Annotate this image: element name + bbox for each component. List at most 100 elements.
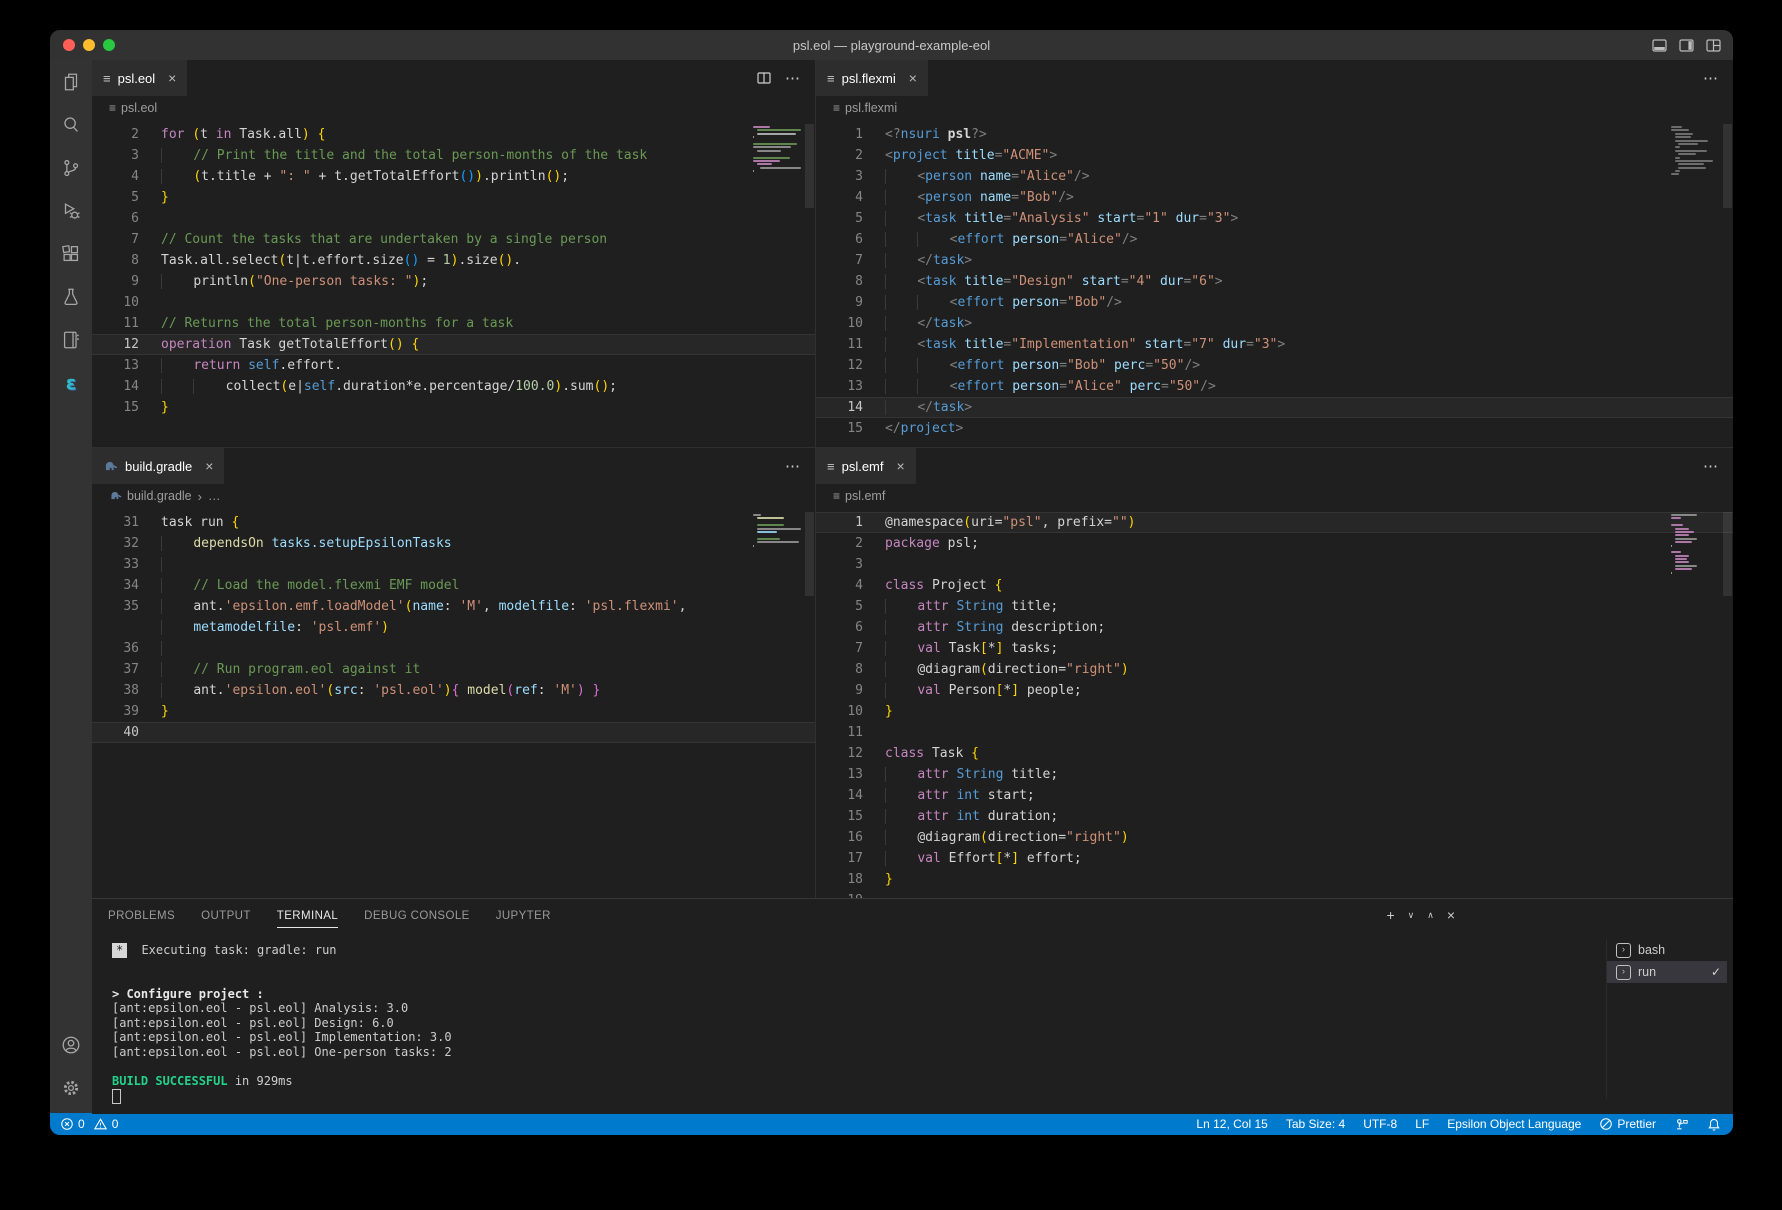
- language-mode[interactable]: Epsilon Object Language: [1438, 1117, 1590, 1131]
- scrollbar-thumb[interactable]: [1723, 512, 1732, 596]
- close-panel-icon[interactable]: ×: [1447, 908, 1455, 922]
- close-icon[interactable]: ×: [168, 70, 176, 86]
- indentation[interactable]: Tab Size: 4: [1277, 1117, 1354, 1131]
- tab-build-gradle[interactable]: build.gradle ×: [92, 448, 224, 484]
- formatter-status[interactable]: Prettier: [1590, 1117, 1665, 1131]
- split-editor-icon[interactable]: [757, 72, 771, 84]
- code-editor-psl-emf[interactable]: 1@namespace(uri="psl", prefix="")2packag…: [816, 508, 1733, 898]
- code-line: 37 // Run program.eol against it: [92, 659, 815, 680]
- close-icon[interactable]: ×: [205, 458, 213, 474]
- epsilon-icon[interactable]: ε: [50, 361, 92, 404]
- problems-status[interactable]: 0 0: [60, 1117, 120, 1131]
- minimize-window-button[interactable]: [83, 39, 95, 51]
- tab-psl-eol[interactable]: ≡ psl.eol ×: [92, 60, 187, 96]
- file-icon: ≡: [827, 71, 835, 86]
- code-editor-build-gradle[interactable]: 31task run {32 dependsOn tasks.setupEpsi…: [92, 508, 815, 898]
- breadcrumb[interactable]: ≡ psl.flexmi: [816, 96, 1733, 120]
- scrollbar-thumb[interactable]: [1723, 124, 1732, 208]
- warnings-icon: [93, 1117, 108, 1131]
- minimap[interactable]: [1671, 514, 1719, 578]
- code-editor-psl-flexmi[interactable]: 1<?nsuri psl?>2<project title="ACME">3 <…: [816, 120, 1733, 447]
- code-line: 31task run {: [92, 512, 815, 533]
- more-actions-icon[interactable]: ⋯: [1703, 69, 1719, 87]
- settings-gear-icon[interactable]: [50, 1066, 92, 1109]
- close-icon[interactable]: ×: [909, 70, 917, 86]
- file-icon: ≡: [109, 101, 116, 115]
- terminal-dropdown-icon[interactable]: ∨: [1408, 911, 1415, 920]
- feedback-icon[interactable]: [1665, 1117, 1698, 1131]
- minimap[interactable]: [753, 126, 801, 173]
- new-terminal-icon[interactable]: +: [1386, 908, 1394, 922]
- search-icon[interactable]: [50, 103, 92, 146]
- maximize-panel-icon[interactable]: ∧: [1427, 911, 1434, 920]
- prettier-icon: [1599, 1117, 1613, 1131]
- code-line: 9 <effort person="Bob"/>: [816, 292, 1733, 313]
- scrollbar-thumb[interactable]: [805, 124, 814, 208]
- code-line: 9 println("One-person tasks: ");: [92, 271, 815, 292]
- code-line: 9 val Person[*] people;: [816, 680, 1733, 701]
- notifications-bell-icon[interactable]: [1698, 1117, 1733, 1132]
- terminal-item-run[interactable]: › run ✓: [1607, 961, 1727, 983]
- explorer-icon[interactable]: [50, 60, 92, 103]
- encoding[interactable]: UTF-8: [1354, 1117, 1406, 1131]
- status-bar: 0 0 Ln 12, Col 15 Tab Size: 4 UTF-8 LF E…: [50, 1113, 1733, 1135]
- customize-layout-icon[interactable]: [1706, 39, 1721, 52]
- extensions-icon[interactable]: [50, 232, 92, 275]
- code-line: 10}: [816, 701, 1733, 722]
- notebook-icon[interactable]: [50, 318, 92, 361]
- tab-psl-emf[interactable]: ≡ psl.emf ×: [816, 448, 916, 484]
- panel-header: PROBLEMS OUTPUT TERMINAL DEBUG CONSOLE J…: [92, 899, 1733, 931]
- editor-pane-psl-flexmi: ≡ psl.flexmi × ⋯ ≡ psl.flexmi 1<?nsuri: [815, 60, 1733, 447]
- tab-output[interactable]: OUTPUT: [201, 903, 251, 927]
- zoom-window-button[interactable]: [103, 39, 115, 51]
- code-line: 7 </task>: [816, 250, 1733, 271]
- minimap[interactable]: [753, 514, 801, 551]
- code-line: 11 <task title="Implementation" start="7…: [816, 334, 1733, 355]
- breadcrumb[interactable]: ≡ psl.emf: [816, 484, 1733, 508]
- code-line: 15 attr int duration;: [816, 806, 1733, 827]
- code-line: 5 attr String title;: [816, 596, 1733, 617]
- tab-jupyter[interactable]: JUPYTER: [496, 903, 551, 927]
- code-line: 16 @diagram(direction="right"): [816, 827, 1733, 848]
- cursor-position[interactable]: Ln 12, Col 15: [1187, 1117, 1276, 1131]
- code-line: 11// Returns the total person-months for…: [92, 313, 815, 334]
- code-line: 15</project>: [816, 418, 1733, 439]
- more-actions-icon[interactable]: ⋯: [1703, 457, 1719, 475]
- code-line: 11: [816, 722, 1733, 743]
- testing-icon[interactable]: [50, 275, 92, 318]
- terminal-output[interactable]: * Executing task: gradle: run> Configure…: [112, 943, 1593, 1103]
- toggle-panel-icon[interactable]: [1652, 39, 1667, 52]
- run-and-debug-icon[interactable]: [50, 189, 92, 232]
- tab-problems[interactable]: PROBLEMS: [108, 903, 175, 927]
- code-line: 40: [92, 722, 815, 743]
- breadcrumb[interactable]: ≡ psl.eol: [92, 96, 815, 120]
- code-line: 12 <effort person="Bob" perc="50"/>: [816, 355, 1733, 376]
- code-line: 4 (t.title + ": " + t.getTotalEffort()).…: [92, 166, 815, 187]
- source-control-icon[interactable]: [50, 146, 92, 189]
- code-line: 34 // Load the model.flexmi EMF model: [92, 575, 815, 596]
- terminal-item-bash[interactable]: › bash: [1607, 939, 1727, 961]
- tab-bar: build.gradle × ⋯: [92, 448, 815, 484]
- breadcrumb[interactable]: build.gradle › …: [92, 484, 815, 508]
- code-editor-psl-eol[interactable]: 2for (t in Task.all) {3 // Print the tit…: [92, 120, 815, 447]
- tab-terminal[interactable]: TERMINAL: [277, 903, 338, 928]
- editor-pane-psl-eol: ≡ psl.eol × ⋯ ≡ psl.eol: [92, 60, 815, 447]
- traffic-lights: [63, 39, 115, 51]
- code-line: 13 attr String title;: [816, 764, 1733, 785]
- eol-sequence[interactable]: LF: [1406, 1117, 1438, 1131]
- more-actions-icon[interactable]: ⋯: [785, 457, 801, 475]
- code-line: 19: [816, 890, 1733, 898]
- close-window-button[interactable]: [63, 39, 75, 51]
- more-actions-icon[interactable]: ⋯: [785, 69, 801, 87]
- errors-icon: [60, 1117, 74, 1131]
- minimap[interactable]: [1671, 126, 1719, 177]
- terminal-line: [ant:epsilon.eol - psl.eol] One-person t…: [112, 1045, 1593, 1060]
- code-line: 7 val Task[*] tasks;: [816, 638, 1733, 659]
- tab-psl-flexmi[interactable]: ≡ psl.flexmi ×: [816, 60, 928, 96]
- toggle-secondary-sidebar-icon[interactable]: [1679, 39, 1694, 52]
- terminal-line: [ant:epsilon.eol - psl.eol] Analysis: 3.…: [112, 1001, 1593, 1016]
- close-icon[interactable]: ×: [897, 458, 905, 474]
- accounts-icon[interactable]: [50, 1023, 92, 1066]
- scrollbar-thumb[interactable]: [805, 512, 814, 596]
- tab-debug-console[interactable]: DEBUG CONSOLE: [364, 903, 470, 927]
